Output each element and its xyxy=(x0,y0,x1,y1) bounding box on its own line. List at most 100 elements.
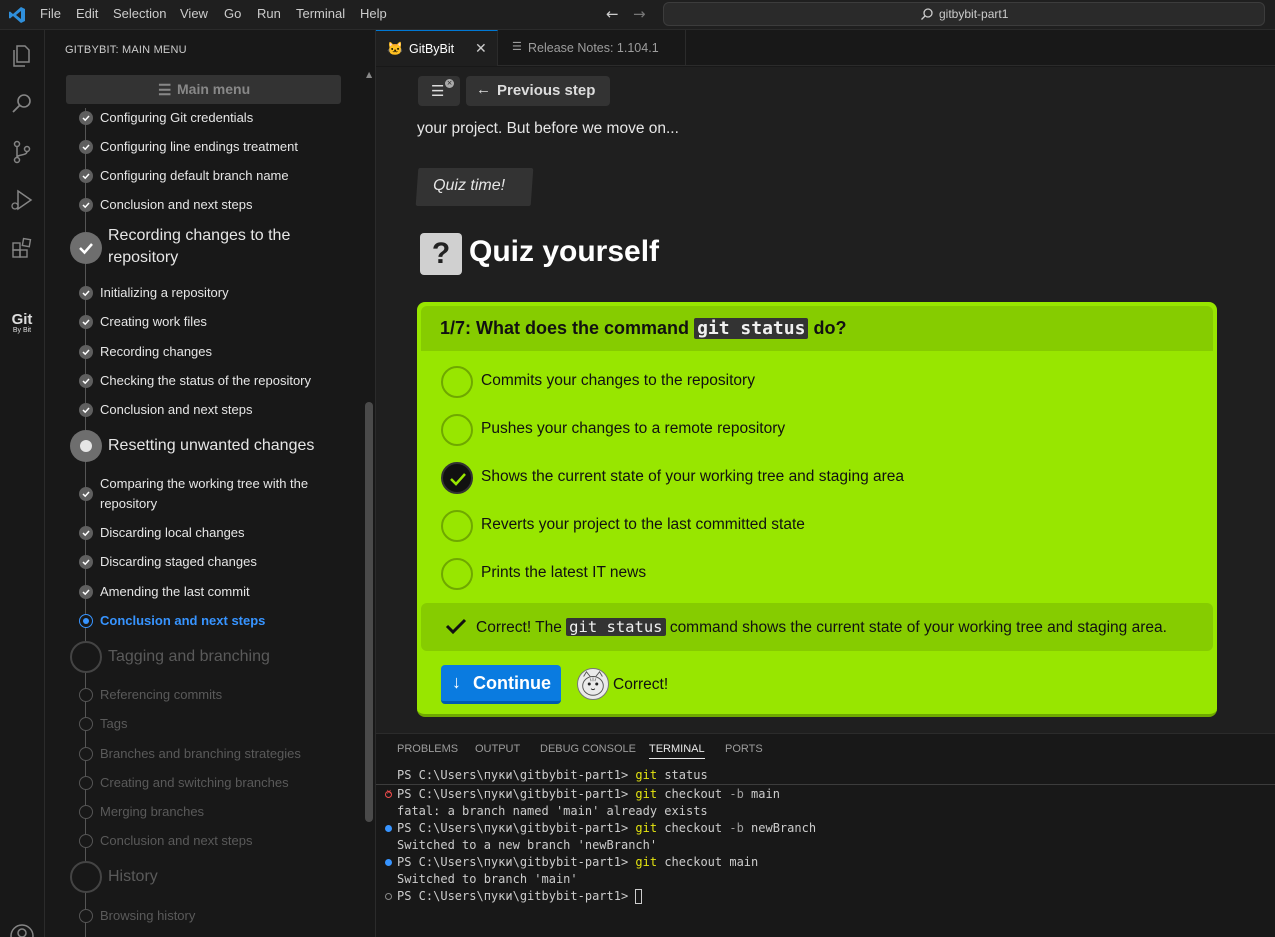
check-icon xyxy=(79,374,93,388)
lesson-item[interactable]: Tags xyxy=(100,714,127,734)
lesson-item[interactable]: Branches and branching strategies xyxy=(100,744,301,764)
lesson-item[interactable]: Conclusion and next steps xyxy=(100,400,252,420)
hamburger-icon: ☰ xyxy=(158,82,172,99)
lesson-item[interactable]: Initializing a repository xyxy=(100,283,229,303)
section-title-line: repository xyxy=(108,249,179,266)
error-status-icon[interactable] xyxy=(385,788,392,798)
activity-bar: Git By Bit xyxy=(0,30,45,937)
check-icon xyxy=(79,487,93,501)
terminal-command: git xyxy=(635,821,658,835)
main-menu-button[interactable]: ☰ Main menu xyxy=(66,75,341,104)
terminal-line: PS C:\Users\пуки\gitbybit-part1> git che… xyxy=(397,820,816,837)
explorer-icon[interactable] xyxy=(8,42,36,70)
terminal-input-line[interactable]: PS C:\Users\пуки\gitbybit-part1> xyxy=(397,888,643,905)
feedback-text: Correct! The git status command shows th… xyxy=(476,618,1167,637)
quiz-option[interactable]: Reverts your project to the last committ… xyxy=(441,510,1201,542)
section-title[interactable]: History xyxy=(108,866,158,888)
section-title[interactable]: Recording changes to the repository xyxy=(108,225,290,269)
radio-button[interactable] xyxy=(441,510,473,542)
quiz-option-selected[interactable]: Shows the current state of your working … xyxy=(441,462,1201,494)
extensions-icon[interactable] xyxy=(8,234,36,262)
lesson-item[interactable]: Configuring Git credentials xyxy=(100,108,253,128)
lesson-item[interactable]: Discarding staged changes xyxy=(100,552,257,572)
tab-gitbybit[interactable]: 🐱 GitByBit ✕ xyxy=(376,30,498,66)
lesson-item[interactable]: Merging branches xyxy=(100,802,204,822)
account-icon[interactable] xyxy=(8,922,36,937)
gitbybit-logo-icon[interactable]: Git By Bit xyxy=(6,312,38,335)
pending-step-icon xyxy=(79,717,93,731)
close-icon[interactable]: ✕ xyxy=(475,40,487,57)
check-icon xyxy=(79,169,93,183)
radio-button[interactable] xyxy=(441,366,473,398)
back-arrow-icon[interactable]: ← xyxy=(606,5,619,23)
lesson-item-current[interactable]: Conclusion and next steps xyxy=(100,611,265,631)
section-in-progress-icon xyxy=(70,430,102,462)
continue-button[interactable]: ↓ Continue xyxy=(441,665,561,704)
terminal-line: PS C:\Users\пуки\gitbybit-part1> git che… xyxy=(397,786,780,803)
quiz-option[interactable]: Pushes your changes to a remote reposito… xyxy=(441,414,1201,446)
lesson-item[interactable]: Referencing commits xyxy=(100,685,222,705)
check-icon xyxy=(79,198,93,212)
idle-status-icon[interactable] xyxy=(385,893,392,900)
pending-step-icon xyxy=(79,688,93,702)
menu-toggle-button[interactable]: ☰ × xyxy=(418,76,460,106)
success-status-icon[interactable] xyxy=(385,859,392,866)
tab-problems[interactable]: PROBLEMS xyxy=(397,743,458,755)
menu-help[interactable]: Help xyxy=(360,6,387,21)
lesson-item[interactable]: Creating work files xyxy=(100,312,207,332)
command-center-search[interactable]: gitbybit-part1 xyxy=(663,2,1265,26)
source-control-icon[interactable] xyxy=(8,138,36,166)
lesson-item[interactable]: Checking the status of the repository xyxy=(100,371,311,391)
arrow-left-icon: ← xyxy=(476,81,491,98)
pending-step-icon xyxy=(79,747,93,761)
menu-terminal[interactable]: Terminal xyxy=(296,6,345,21)
previous-step-button[interactable]: ← Previous step xyxy=(466,76,610,106)
success-status-icon[interactable] xyxy=(385,825,392,832)
section-future-icon xyxy=(70,641,102,673)
forward-arrow-icon[interactable]: → xyxy=(633,5,646,23)
lesson-item[interactable]: Conclusion and next steps xyxy=(100,831,252,851)
quiz-option[interactable]: Commits your changes to the repository xyxy=(441,366,1201,398)
lesson-item[interactable]: Configuring line endings treatment xyxy=(100,137,298,157)
pending-step-icon xyxy=(79,776,93,790)
tab-label: GitByBit xyxy=(409,42,455,56)
check-icon xyxy=(79,286,93,300)
menu-go[interactable]: Go xyxy=(224,6,241,21)
radio-button[interactable] xyxy=(441,414,473,446)
section-title[interactable]: Tagging and branching xyxy=(108,646,270,668)
lesson-item[interactable]: Conclusion and next steps xyxy=(100,195,252,215)
quiz-card: 1/7: What does the command git status do… xyxy=(417,302,1217,717)
menu-run[interactable]: Run xyxy=(257,6,281,21)
radio-button[interactable] xyxy=(441,558,473,590)
section-title[interactable]: Resetting unwanted changes xyxy=(108,435,314,457)
lesson-item[interactable]: Recording changes xyxy=(100,342,212,362)
quiz-time-label: Quiz time! xyxy=(433,177,506,194)
question-title: 1/7: What does the command git status do… xyxy=(440,318,846,339)
tab-output[interactable]: OUTPUT xyxy=(475,743,520,755)
lesson-item[interactable]: Browsing history xyxy=(100,906,195,926)
run-debug-icon[interactable] xyxy=(8,186,36,214)
menu-edit[interactable]: Edit xyxy=(76,6,98,21)
option-label: Prints the latest IT news xyxy=(481,564,647,581)
lesson-item[interactable]: Amending the last commit xyxy=(100,582,250,602)
terminal-separator xyxy=(376,784,1275,785)
tab-release-notes[interactable]: ☰ Release Notes: 1.104.1 xyxy=(498,30,686,66)
terminal-prompt: PS C:\Users\пуки\gitbybit-part1> xyxy=(397,889,629,903)
lesson-item[interactable]: Configuring default branch name xyxy=(100,166,289,186)
radio-button-checked[interactable] xyxy=(441,462,473,494)
menu-selection[interactable]: Selection xyxy=(113,6,166,21)
quiz-option[interactable]: Prints the latest IT news xyxy=(441,558,1201,590)
tab-ports[interactable]: PORTS xyxy=(725,743,763,755)
search-icon[interactable] xyxy=(8,90,36,118)
command-center-label: gitbybit-part1 xyxy=(939,7,1009,21)
lesson-item[interactable]: Discarding local changes xyxy=(100,523,245,543)
lesson-item[interactable]: Comparing the working tree with the repo… xyxy=(100,474,308,514)
menu-file[interactable]: File xyxy=(40,6,61,21)
tab-debug-console[interactable]: DEBUG CONSOLE xyxy=(540,743,636,755)
menu-view[interactable]: View xyxy=(180,6,208,21)
scroll-up-icon[interactable]: ▲ xyxy=(366,70,372,79)
lesson-item[interactable]: Creating and switching branches xyxy=(100,773,289,793)
tab-terminal[interactable]: TERMINAL xyxy=(649,743,705,759)
terminal-prompt: PS C:\Users\пуки\gitbybit-part1> xyxy=(397,855,629,869)
sidebar-scrollbar[interactable] xyxy=(365,402,373,822)
